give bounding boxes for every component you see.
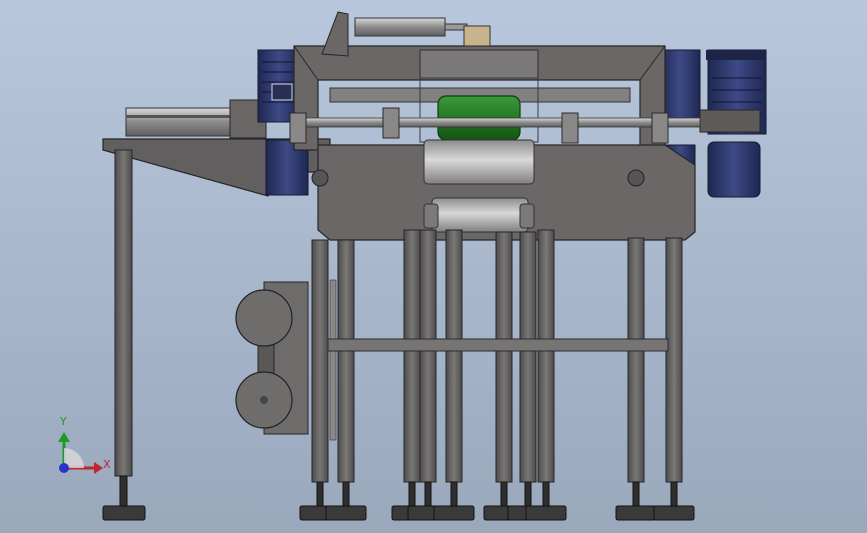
leveling-foot-pad [525, 505, 567, 521]
leveling-foot-stud [424, 481, 432, 507]
left-cylinder [125, 99, 267, 139]
leveling-foot-stud [632, 481, 640, 507]
cross-beam [327, 338, 669, 352]
x-axis-label: X [103, 458, 111, 471]
support-leg [537, 229, 555, 483]
support-leg [627, 237, 645, 483]
leveling-foot-stud [450, 481, 458, 507]
leveling-foot-stud [524, 481, 532, 507]
support-legs [299, 229, 695, 521]
support-leg [519, 231, 537, 483]
leveling-foot-stud [670, 481, 678, 507]
leveling-foot-stud [542, 481, 550, 507]
support-leg [403, 229, 421, 483]
leveling-foot-stud [316, 481, 324, 507]
support-leg [311, 239, 329, 483]
leveling-foot-stud [342, 481, 350, 507]
leveling-foot-stud [408, 481, 416, 507]
support-leg [337, 239, 355, 483]
leveling-foot-stud [500, 481, 508, 507]
leveling-foot-pad [325, 505, 367, 521]
machine-assembly [58, 11, 767, 521]
cad-viewport[interactable]: Y X [0, 0, 867, 533]
support-leg [665, 237, 683, 483]
leveling-foot-pad [653, 505, 695, 521]
coordinate-triad [58, 432, 103, 474]
support-leg [495, 231, 513, 483]
leveling-foot-pad [615, 505, 657, 521]
support-leg [445, 229, 463, 483]
y-axis-label: Y [60, 415, 67, 428]
support-leg [419, 229, 437, 483]
leveling-foot-pad [433, 505, 475, 521]
